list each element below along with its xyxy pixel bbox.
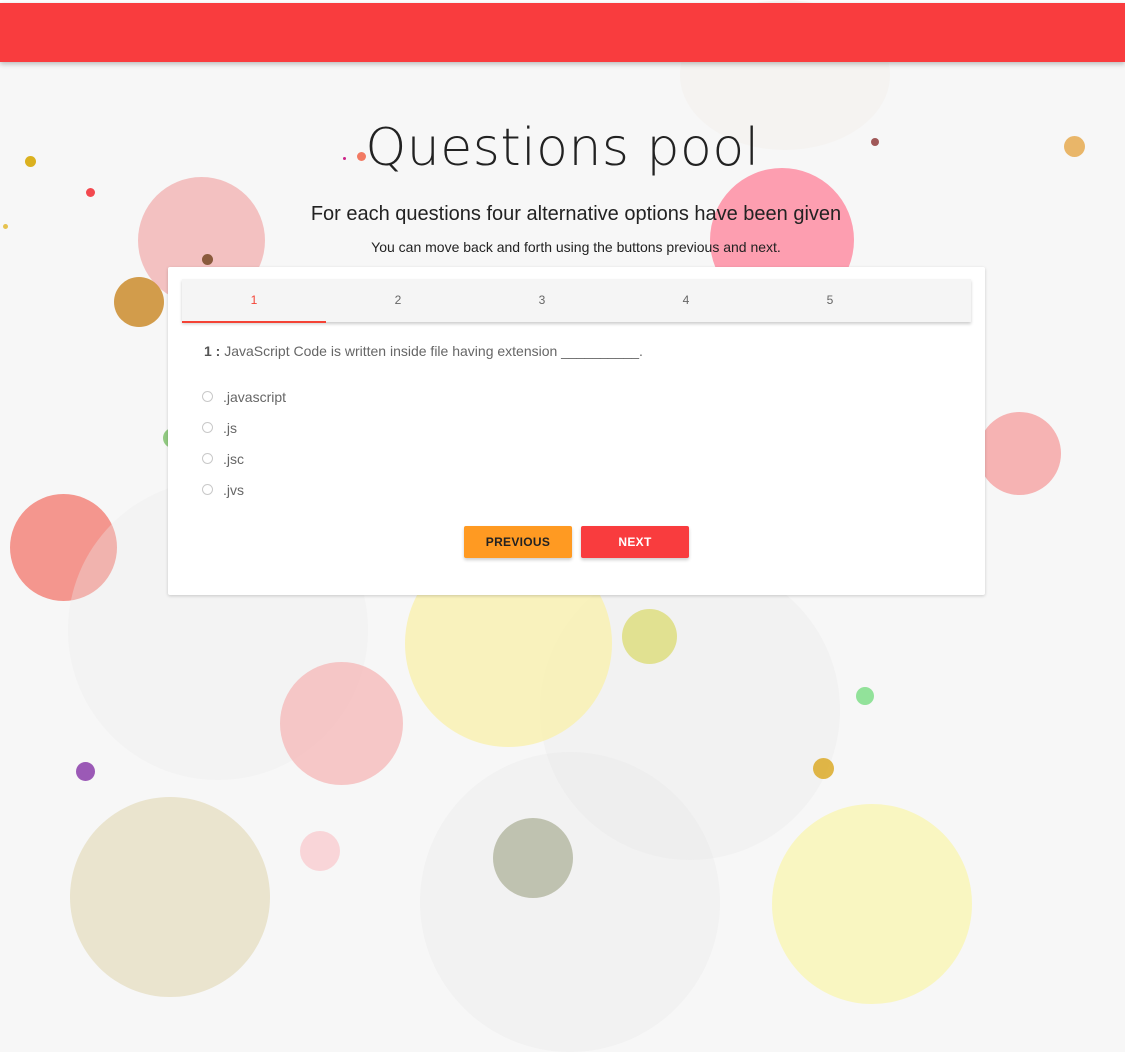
answer-option[interactable]: .javascript <box>202 381 286 412</box>
tab-question-5[interactable]: 5 <box>758 279 902 322</box>
radio-button[interactable] <box>202 453 213 464</box>
answer-option-label: .javascript <box>223 388 287 405</box>
question-text: 1 : JavaScript Code is written inside fi… <box>204 343 643 359</box>
bubble <box>280 662 403 785</box>
tab-question-1[interactable]: 1 <box>182 279 326 323</box>
bubble <box>622 609 677 664</box>
bubble <box>86 188 95 197</box>
bubble <box>114 277 164 327</box>
answer-option[interactable]: .jsc <box>202 443 286 474</box>
page-title: Questions pool <box>365 118 760 178</box>
bubble <box>978 412 1061 495</box>
page-subtitle: For each questions four alternative opti… <box>310 203 842 225</box>
bubble <box>202 254 213 265</box>
bubble <box>70 797 270 997</box>
bubble <box>856 687 874 705</box>
answer-option-label: .jsc <box>223 450 244 467</box>
navbar <box>0 3 1125 62</box>
answer-option-label: .jvs <box>223 481 244 498</box>
radio-button[interactable] <box>202 484 213 495</box>
question-tabs: 1 2 3 4 5 <box>182 279 971 323</box>
bubble <box>300 831 340 871</box>
question-number: 1 : <box>204 343 221 359</box>
answer-option-label: .js <box>223 419 237 436</box>
next-button[interactable]: NEXT <box>581 526 689 558</box>
answer-option[interactable]: .js <box>202 412 286 443</box>
tab-question-4[interactable]: 4 <box>614 279 758 322</box>
bubble <box>772 804 972 1004</box>
answer-options: .javascript .js .jsc .jvs <box>202 381 286 505</box>
previous-button[interactable]: PREVIOUS <box>464 526 572 558</box>
question-card: 1 2 3 4 5 1 : JavaScript Code is written… <box>168 267 985 595</box>
bubble <box>813 758 834 779</box>
answer-option[interactable]: .jvs <box>202 474 286 505</box>
tab-question-3[interactable]: 3 <box>470 279 614 322</box>
radio-button[interactable] <box>202 391 213 402</box>
navigation-hint: You can move back and forth using the bu… <box>371 239 781 255</box>
tab-question-2[interactable]: 2 <box>326 279 470 322</box>
radio-button[interactable] <box>202 422 213 433</box>
bubble <box>76 762 95 781</box>
question-body: JavaScript Code is written inside file h… <box>224 343 643 359</box>
bubble <box>420 752 720 1052</box>
